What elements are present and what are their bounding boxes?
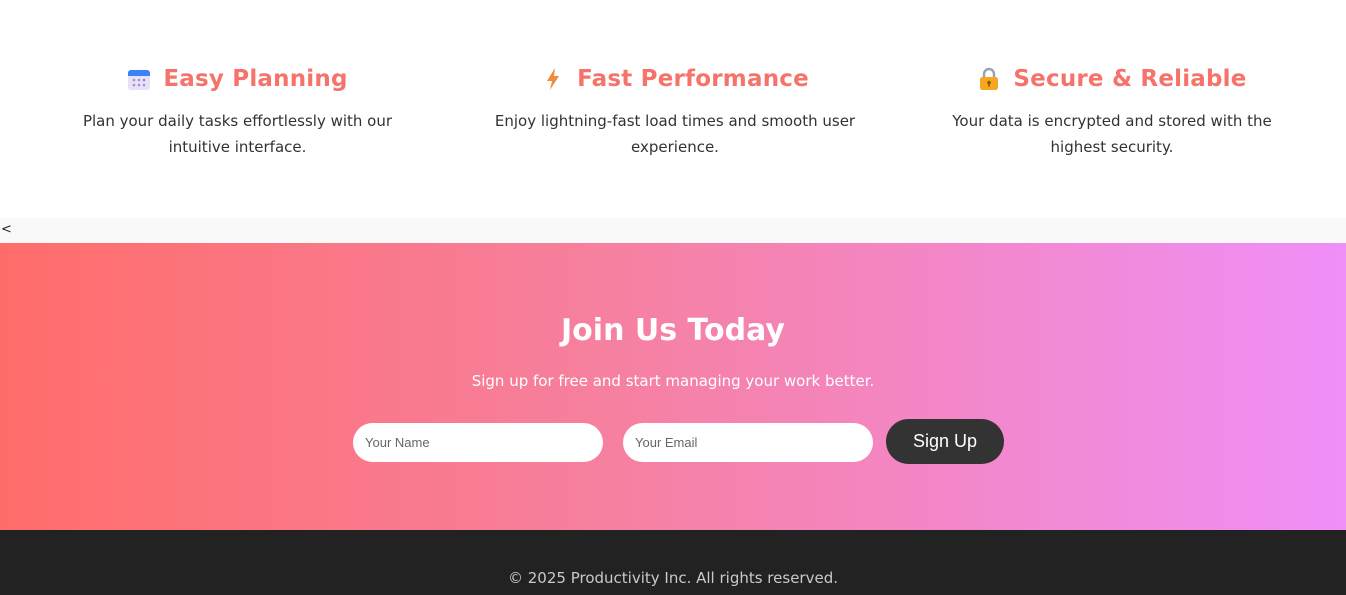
name-input[interactable] [353, 423, 603, 462]
footer-copyright: © 2025 Productivity Inc. All rights rese… [508, 569, 838, 587]
feature-description: Your data is encrypted and stored with t… [952, 112, 1272, 156]
signup-section: Join Us Today Sign up for free and start… [0, 243, 1346, 530]
lock-icon [977, 67, 1001, 91]
feature-description: Plan your daily tasks effortlessly with … [82, 112, 393, 156]
stray-text: < [1, 222, 12, 237]
feature-fast-performance: Fast Performance Enjoy lightning-fast lo… [493, 64, 857, 160]
feature-title-row: Easy Planning [56, 64, 419, 94]
feature-title-row: Secure & Reliable [930, 64, 1294, 94]
lightning-icon [541, 67, 565, 91]
email-input[interactable] [623, 423, 873, 462]
sign-up-button[interactable]: Sign Up [886, 419, 1004, 464]
feature-title: Easy Planning [163, 66, 348, 92]
feature-easy-planning: Easy Planning Plan your daily tasks effo… [56, 64, 419, 160]
footer: © 2025 Productivity Inc. All rights rese… [0, 530, 1346, 595]
feature-title: Secure & Reliable [1013, 66, 1247, 92]
feature-title: Fast Performance [577, 66, 809, 92]
calendar-icon [127, 67, 151, 91]
feature-title-row: Fast Performance [493, 64, 857, 94]
signup-subtitle: Sign up for free and start managing your… [471, 372, 875, 390]
features-section: Easy Planning Plan your daily tasks effo… [0, 0, 1346, 218]
feature-description: Enjoy lightning-fast load times and smoo… [494, 112, 856, 156]
stray-text-bar: < [0, 218, 1346, 243]
feature-secure-reliable: Secure & Reliable Your data is encrypted… [930, 64, 1294, 160]
signup-title: Join Us Today [561, 313, 785, 348]
